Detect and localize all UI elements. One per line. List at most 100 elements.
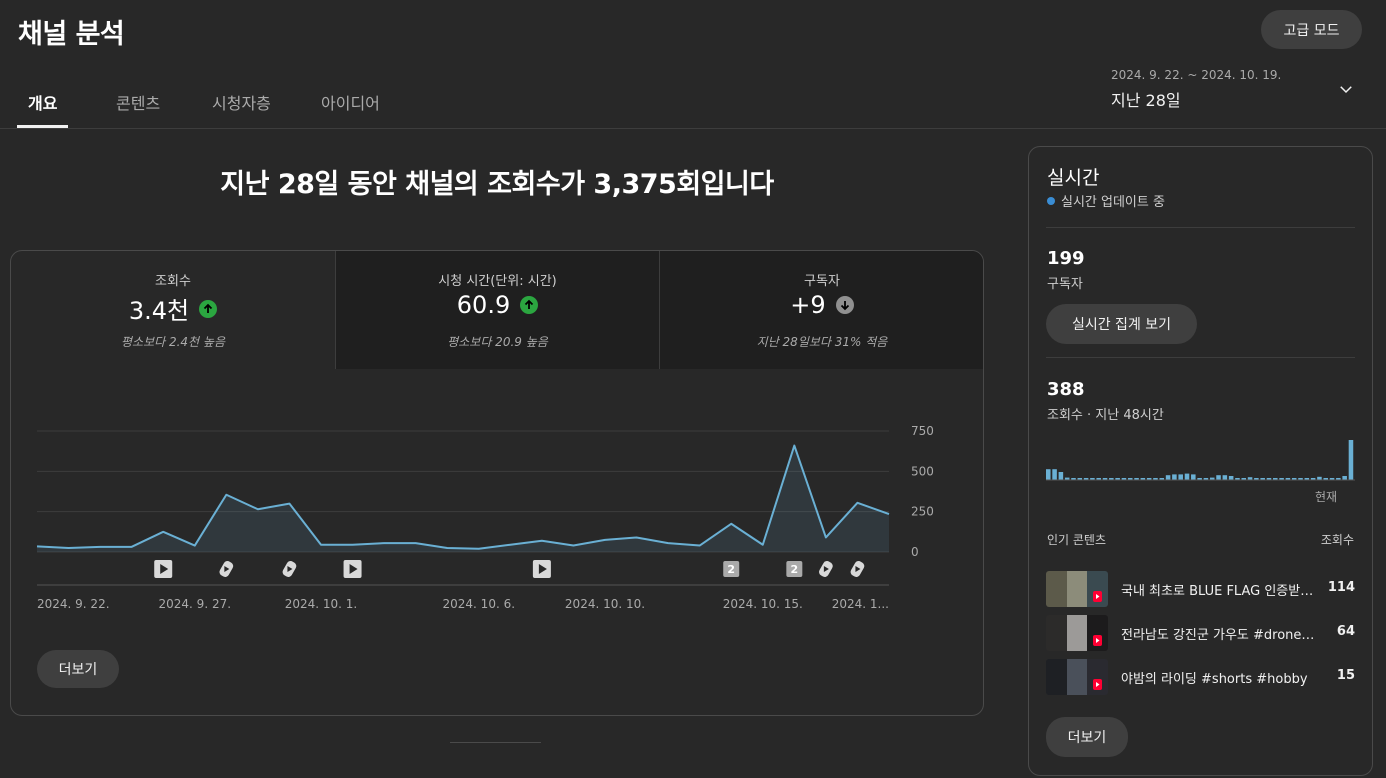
popular-content-row[interactable]: 전라남도 강진군 가우도 #drone #shorts 64	[1046, 615, 1355, 651]
chart-area	[37, 445, 889, 552]
shorts-badge-icon	[1093, 679, 1102, 690]
summary-headline: 지난 28일 동안 채널의 조회수가 3,375회입니다	[220, 169, 774, 200]
realtime-card: 실시간 실시간 업데이트 중 199 구독자 실시간 집계 보기 388 조회수…	[1028, 146, 1373, 776]
tab-ideas[interactable]: 아이디어	[321, 90, 380, 114]
arrow-up-icon	[199, 299, 218, 318]
x-tick-label: 2024. 10. 15.	[723, 597, 803, 611]
popular-content-count: 64	[1336, 624, 1355, 639]
popular-content-label: 인기 콘텐츠	[1047, 533, 1107, 547]
chart-data-point	[729, 522, 733, 526]
chart-data-point	[161, 530, 165, 534]
views-series-line	[36, 444, 890, 550]
chart-data-point	[603, 538, 607, 542]
realtime-bar	[1216, 475, 1221, 480]
page-title: 채널 분석	[18, 19, 125, 50]
metric-label: 조회수	[155, 274, 191, 289]
realtime-bar	[1172, 474, 1177, 480]
arrow-down-icon	[835, 296, 854, 314]
metric-comparison: 평소보다 20.9 높음	[447, 335, 548, 349]
popular-metric-label: 조회수	[1320, 533, 1354, 547]
see-more-button[interactable]: 더보기	[37, 650, 119, 688]
date-period-label[interactable]: 지난 28일	[1111, 87, 1181, 111]
popular-content-row[interactable]: 야밤의 라이딩 #shorts #hobby 15	[1046, 659, 1355, 695]
x-tick-label: 2024. 1...	[832, 597, 889, 611]
chart-data-point	[508, 543, 512, 547]
metric-subscribers[interactable]: 구독자 +9 지난 28일보다 31% 적음	[660, 251, 983, 369]
chart-data-point	[287, 502, 291, 506]
realtime-bar	[1184, 473, 1190, 480]
metric-comparison: 평소보다 2.4천 높음	[121, 335, 225, 349]
metric-comparison: 지난 28일보다 31% 적음	[756, 335, 888, 349]
arrow-up-icon	[520, 296, 539, 314]
realtime-subscriber-label: 구독자	[1047, 277, 1083, 292]
realtime-bar	[1058, 472, 1064, 480]
views-chart[interactable]: 750 500 250 0 2 2 2024. 9. 22. 2024. 9. 27. 2024…	[11, 369, 983, 715]
tab-audience[interactable]: 시청자층	[212, 90, 271, 114]
x-tick-label: 2024. 10. 10.	[565, 597, 645, 611]
x-tick-label: 2024. 9. 22.	[37, 597, 110, 611]
realtime-bar	[1165, 475, 1171, 480]
chart-data-point	[382, 541, 386, 545]
realtime-now-label: 현재	[1315, 490, 1338, 504]
popular-content-row[interactable]: 국내 최초로 BLUE FLAG 인증받은 해수욕장 #shorts 114	[1046, 571, 1355, 607]
chart-data-point	[193, 544, 197, 548]
metric-watch-time[interactable]: 시청 시간(단위: 시간) 60.9 평소보다 20.9 높음	[336, 251, 659, 369]
chart-data-point	[824, 535, 828, 539]
realtime-view-label: 조회수 · 지난 48시간	[1047, 408, 1164, 423]
popular-content-title: 야밤의 라이딩 #shorts #hobby	[1121, 672, 1308, 687]
metric-label: 시청 시간(단위: 시간)	[438, 274, 557, 289]
realtime-aggregate-button[interactable]: 실시간 집계 보기	[1046, 304, 1197, 344]
x-tick-label: 2024. 10. 6.	[443, 597, 516, 611]
y-tick-label: 750	[911, 424, 934, 438]
chart-data-point	[477, 547, 481, 551]
realtime-bar	[1052, 469, 1057, 480]
chart-data-point	[855, 501, 859, 505]
realtime-bar	[1191, 474, 1196, 480]
realtime-view-count: 388	[1047, 379, 1085, 400]
chart-data-point	[224, 493, 228, 497]
chart-data-point	[35, 544, 39, 548]
chart-data-point	[635, 535, 639, 539]
realtime-see-more-button[interactable]: 더보기	[1046, 717, 1128, 757]
chart-data-point	[666, 541, 670, 545]
popular-content-count: 114	[1327, 580, 1355, 595]
chart-data-point	[698, 544, 702, 548]
realtime-title: 실시간	[1047, 167, 1100, 189]
shorts-badge-icon	[1093, 635, 1102, 646]
live-dot-icon	[1047, 196, 1055, 205]
metric-views[interactable]: 조회수 3.4천 평소보다 2.4천 높음	[11, 251, 335, 369]
count-badge-label: 2	[727, 563, 735, 576]
y-tick-label: 0	[911, 545, 919, 559]
chart-data-point	[98, 545, 102, 549]
chart-data-point	[887, 512, 891, 516]
realtime-bar	[1228, 476, 1234, 480]
chart-data-point	[761, 543, 765, 547]
views-chart-svg: 750 500 250 0 2 2 2024. 9. 22. 2024. 9. 27. 2024…	[35, 424, 934, 611]
chart-data-point	[540, 539, 544, 543]
tab-overview[interactable]: 개요	[28, 90, 57, 114]
realtime-subscriber-count: 199	[1047, 248, 1085, 269]
date-range[interactable]: 2024. 9. 22. ~ 2024. 10. 19.	[1111, 68, 1281, 82]
y-tick-label: 500	[911, 464, 934, 478]
realtime-bar	[1046, 469, 1051, 480]
chevron-down-icon[interactable]	[1337, 80, 1355, 98]
advanced-mode-button[interactable]: 고급 모드	[1261, 10, 1362, 49]
realtime-bar-chart[interactable]	[1046, 427, 1355, 482]
x-tick-label: 2024. 9. 27.	[159, 597, 232, 611]
x-tick-label: 2024. 10. 1.	[285, 597, 358, 611]
chart-data-point	[445, 546, 449, 550]
tab-content[interactable]: 콘텐츠	[116, 90, 160, 114]
realtime-bar	[1178, 474, 1183, 480]
popular-content-title: 전라남도 강진군 가우도 #drone #shorts	[1121, 628, 1316, 643]
chart-data-point	[319, 543, 323, 547]
chart-data-point	[792, 444, 796, 448]
realtime-status: 실시간 업데이트 중	[1047, 191, 1165, 210]
chart-data-point	[571, 544, 575, 548]
realtime-status-label: 실시간 업데이트 중	[1061, 195, 1165, 210]
popular-content-title: 국내 최초로 BLUE FLAG 인증받은 해수욕장 #shorts	[1121, 584, 1316, 599]
scroll-indicator	[450, 742, 541, 743]
chart-data-point	[67, 546, 71, 550]
metric-value: 60.9	[456, 291, 511, 319]
y-tick-label: 250	[911, 505, 934, 519]
overview-card: 조회수 3.4천 평소보다 2.4천 높음 시청 시간(단위: 시간) 60.9…	[10, 250, 984, 716]
